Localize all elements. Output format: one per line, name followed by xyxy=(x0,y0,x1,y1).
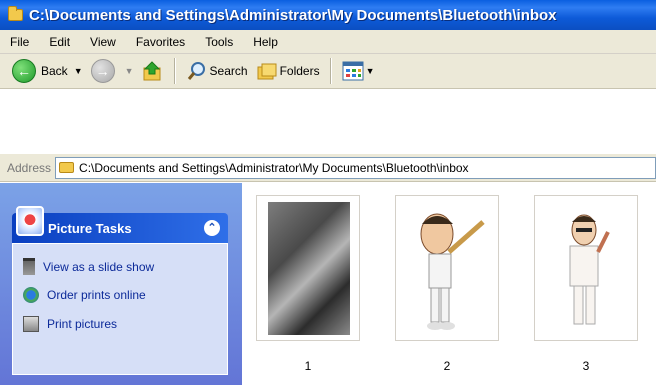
file-name[interactable]: 2 xyxy=(395,359,499,373)
forward-button[interactable]: → ▼ xyxy=(87,57,138,85)
task-order-prints[interactable]: Order prints online xyxy=(23,287,146,303)
menu-view[interactable]: View xyxy=(80,35,126,49)
picture-tasks-title: Picture Tasks xyxy=(48,220,132,236)
address-label: Address xyxy=(7,160,52,175)
toolbar: ← Back ▼ → ▼ Search Folders ▼ xyxy=(0,54,656,89)
folders-label: Folders xyxy=(279,64,320,78)
menu-file[interactable]: File xyxy=(0,35,39,49)
task-print-label: Print pictures xyxy=(47,317,118,331)
back-label: Back xyxy=(41,64,68,78)
thumbnail[interactable] xyxy=(534,195,638,341)
file-view: 1 2 3 xyxy=(242,183,656,385)
cricketer-caricature-image xyxy=(407,202,489,335)
collapse-chevron-icon[interactable]: ⌃ xyxy=(204,220,220,236)
folder-icon xyxy=(8,6,23,21)
window-title: C:\Documents and Settings\Administrator\… xyxy=(29,6,557,24)
menu-help[interactable]: Help xyxy=(243,35,288,49)
menu-tools[interactable]: Tools xyxy=(195,35,243,49)
back-dropdown-icon[interactable]: ▼ xyxy=(74,66,83,76)
up-button[interactable] xyxy=(138,57,168,85)
globe-icon xyxy=(23,287,39,303)
back-button[interactable]: ← Back ▼ xyxy=(8,57,87,85)
up-folder-icon xyxy=(143,61,161,81)
back-arrow-icon: ← xyxy=(12,59,36,83)
views-dropdown-icon[interactable]: ▼ xyxy=(366,66,375,76)
views-icon xyxy=(342,61,364,81)
picture-tasks-icon xyxy=(16,206,44,236)
folder-icon xyxy=(59,162,75,173)
task-slideshow[interactable]: View as a slide show xyxy=(23,258,154,275)
title-bar[interactable]: C:\Documents and Settings\Administrator\… xyxy=(0,0,656,30)
picture-tasks-header[interactable]: Picture Tasks ⌃ xyxy=(12,206,228,243)
file-name[interactable]: 1 xyxy=(256,359,360,373)
views-button[interactable]: ▼ xyxy=(338,57,379,85)
folders-icon xyxy=(257,63,277,80)
task-pane: Picture Tasks ⌃ View as a slide show Ord… xyxy=(0,183,242,385)
address-field[interactable]: C:\Documents and Settings\Administrator\… xyxy=(55,156,656,179)
folders-button[interactable]: Folders xyxy=(252,57,324,85)
search-label: Search xyxy=(209,64,248,78)
address-value: C:\Documents and Settings\Administrator\… xyxy=(79,160,469,175)
printer-icon xyxy=(23,316,39,332)
toolbar-separator xyxy=(329,58,332,84)
forward-arrow-icon: → xyxy=(90,59,115,83)
picture-tasks-body: View as a slide show Order prints online… xyxy=(12,243,228,375)
forward-dropdown-icon[interactable]: ▼ xyxy=(125,66,134,76)
task-slideshow-label: View as a slide show xyxy=(43,259,155,274)
task-order-prints-label: Order prints online xyxy=(47,288,146,302)
toolbar-separator xyxy=(173,58,176,84)
search-button[interactable]: Search xyxy=(182,57,252,85)
thumbnail[interactable] xyxy=(256,195,360,341)
task-print[interactable]: Print pictures xyxy=(23,316,117,332)
slideshow-icon xyxy=(23,258,35,275)
file-name[interactable]: 3 xyxy=(534,359,638,373)
menu-edit[interactable]: Edit xyxy=(39,35,80,49)
menu-favorites[interactable]: Favorites xyxy=(126,35,195,49)
thumbnail[interactable] xyxy=(395,195,499,341)
search-icon xyxy=(187,62,205,80)
menu-bar: File Edit View Favorites Tools Help xyxy=(0,30,656,54)
address-bar: Address C:\Documents and Settings\Admini… xyxy=(0,154,656,182)
photo-thumbnail-image xyxy=(268,202,350,335)
person-caricature-image xyxy=(546,202,628,335)
